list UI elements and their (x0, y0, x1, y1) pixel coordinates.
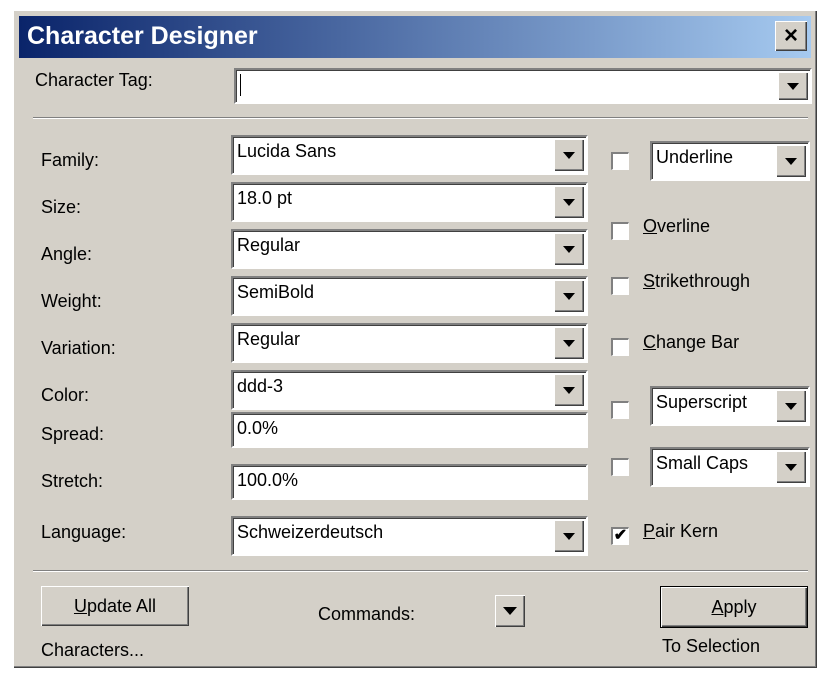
small-caps-value: Small Caps (656, 453, 749, 473)
size-value: 18.0 pt (237, 188, 293, 208)
strikethrough-label[interactable]: Strikethrough (643, 271, 750, 292)
small-caps-select[interactable]: Small Caps (650, 447, 810, 487)
strikethrough-checkbox[interactable] (611, 277, 629, 295)
underline-dropdown-button[interactable] (776, 145, 806, 177)
character-tag-combobox[interactable] (234, 68, 812, 104)
language-value: Schweizerdeutsch (237, 522, 384, 542)
stretch-value: 100.0% (237, 470, 299, 490)
close-button[interactable]: × (775, 21, 807, 51)
angle-value: Regular (237, 235, 301, 255)
weight-dropdown-button[interactable] (554, 280, 584, 312)
spread-input[interactable]: 0.0% (231, 412, 588, 448)
underline-value: Underline (656, 147, 734, 167)
update-all-button[interactable]: Update All (41, 586, 189, 626)
characters-link[interactable]: Characters... (41, 640, 144, 661)
family-value: Lucida Sans (237, 141, 337, 161)
superscript-value: Superscript (656, 392, 748, 412)
variation-select[interactable]: Regular (231, 323, 588, 363)
angle-dropdown-button[interactable] (554, 233, 584, 265)
underline-select[interactable]: Underline (650, 141, 810, 181)
color-label: Color: (41, 385, 90, 405)
color-select[interactable]: ddd-3 (231, 370, 588, 410)
variation-label: Variation: (41, 338, 116, 358)
overline-checkbox[interactable] (611, 222, 629, 240)
language-label: Language: (41, 522, 127, 542)
overline-label[interactable]: Overline (643, 216, 710, 237)
title-bar[interactable]: Character Designer × (19, 16, 811, 58)
family-label: Family: (41, 150, 99, 170)
spread-value: 0.0% (237, 418, 279, 438)
small-caps-dropdown-button[interactable] (776, 451, 806, 483)
character-tag-dropdown-button[interactable] (778, 72, 808, 100)
size-dropdown-button[interactable] (554, 186, 584, 218)
change-bar-checkbox[interactable] (611, 338, 629, 356)
apply-button[interactable]: Apply (660, 586, 808, 628)
angle-select[interactable]: Regular (231, 229, 588, 269)
angle-label: Angle: (41, 244, 93, 264)
superscript-select[interactable]: Superscript (650, 386, 810, 426)
stretch-input[interactable]: 100.0% (231, 464, 588, 500)
window-title: Character Designer (27, 22, 258, 50)
color-value: ddd-3 (237, 376, 284, 396)
color-dropdown-button[interactable] (554, 374, 584, 406)
spread-label: Spread: (41, 424, 105, 444)
commands-dropdown-button[interactable] (495, 595, 525, 627)
small-caps-checkbox[interactable] (611, 458, 629, 476)
chevron-down-icon (503, 607, 517, 615)
superscript-dropdown-button[interactable] (776, 390, 806, 422)
variation-dropdown-button[interactable] (554, 327, 584, 359)
weight-value: SemiBold (237, 282, 315, 302)
variation-value: Regular (237, 329, 301, 349)
size-label: Size: (41, 197, 82, 217)
weight-label: Weight: (41, 291, 102, 311)
character-tag-label: Character Tag: (35, 70, 153, 90)
stretch-label: Stretch: (41, 471, 104, 491)
to-selection-label: To Selection (662, 636, 761, 656)
change-bar-label[interactable]: Change Bar (643, 332, 739, 353)
size-select[interactable]: 18.0 pt (231, 182, 588, 222)
language-select[interactable]: Schweizerdeutsch (231, 516, 588, 556)
separator-top (33, 117, 808, 119)
family-dropdown-button[interactable] (554, 139, 584, 171)
family-select[interactable]: Lucida Sans (231, 135, 588, 175)
commands-label: Commands: (318, 604, 416, 624)
superscript-checkbox[interactable] (611, 401, 629, 419)
character-designer-window: Character Designer × Character Tag: Fami… (13, 10, 817, 668)
language-dropdown-button[interactable] (554, 520, 584, 552)
weight-select[interactable]: SemiBold (231, 276, 588, 316)
text-caret (240, 74, 241, 96)
underline-checkbox[interactable] (611, 152, 629, 170)
pair-kern-label[interactable]: Pair Kern (643, 521, 718, 542)
check-mark-icon: ✔ (613, 527, 628, 544)
pair-kern-checkbox[interactable]: ✔ (611, 527, 629, 545)
separator-bottom (33, 570, 808, 572)
